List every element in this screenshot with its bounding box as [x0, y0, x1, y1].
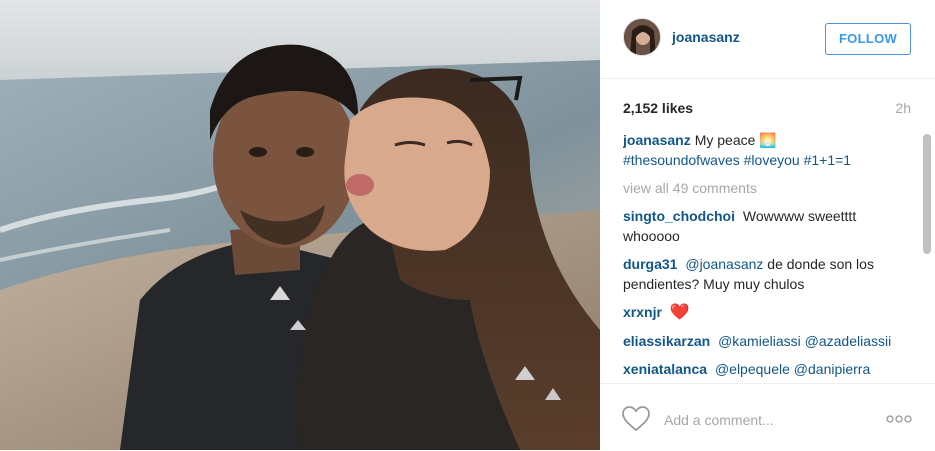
avatar-image — [624, 19, 660, 55]
scrollbar-thumb[interactable] — [923, 134, 931, 254]
list-item: xeniatalanca @elpequele @danipierra @can… — [623, 359, 905, 382]
caption-hashtags[interactable]: #thesoundofwaves #loveyou #1+1=1 — [623, 152, 851, 168]
likes-count[interactable]: 2,152 likes — [623, 100, 693, 116]
list-item: durga31 @joanasanz de donde son los pend… — [623, 254, 905, 294]
comments-scrollbar[interactable] — [922, 130, 932, 380]
post-time[interactable]: 2h — [895, 100, 911, 116]
more-options-icon[interactable] — [886, 414, 912, 424]
list-item: singto_chodchoi Wowwww sweetttt whooooo — [623, 206, 905, 246]
caption-author[interactable]: joanasanz — [623, 132, 691, 148]
caption-text: My peace — [694, 132, 756, 148]
follow-button[interactable]: FOLLOW — [825, 23, 911, 55]
list-item: eliassikarzan @kamieliassi @azadeliassii — [623, 331, 905, 351]
heart-emoji-icon: ❤️ — [669, 304, 690, 321]
comment-input[interactable] — [662, 407, 866, 433]
avatar[interactable] — [623, 18, 661, 56]
heart-icon[interactable] — [622, 406, 650, 432]
caption: joanasanz My peace 🌅 #thesoundofwaves #lo… — [623, 130, 905, 170]
sunrise-emoji-icon: 🌅 — [759, 132, 777, 148]
comments-list: joanasanz My peace 🌅 #thesoundofwaves #lo… — [623, 130, 905, 382]
post-photo[interactable] — [0, 0, 600, 450]
comment-author[interactable]: singto_chodchoi — [623, 208, 735, 224]
comment-author[interactable]: durga31 — [623, 256, 677, 272]
view-all-comments-link[interactable]: view all 49 comments — [623, 178, 905, 198]
post-header: joanasanz FOLLOW — [600, 0, 935, 79]
comment-mention[interactable]: @kamieliassi @azadeliassii — [718, 333, 891, 349]
username-link[interactable]: joanasanz — [672, 29, 740, 45]
list-item: xrxnjr ❤️ — [623, 302, 905, 323]
selfie-photo-illustration — [0, 0, 600, 450]
instagram-post: joanasanz FOLLOW 2,152 likes 2h joanasan… — [0, 0, 935, 450]
post-footer — [600, 383, 935, 451]
comment-author[interactable]: xeniatalanca — [623, 361, 707, 377]
post-details-panel: joanasanz FOLLOW 2,152 likes 2h joanasan… — [600, 0, 935, 450]
comment-author[interactable]: eliassikarzan — [623, 333, 710, 349]
comment-mention[interactable]: @joanasanz — [685, 256, 763, 272]
comment-author[interactable]: xrxnjr — [623, 304, 662, 320]
